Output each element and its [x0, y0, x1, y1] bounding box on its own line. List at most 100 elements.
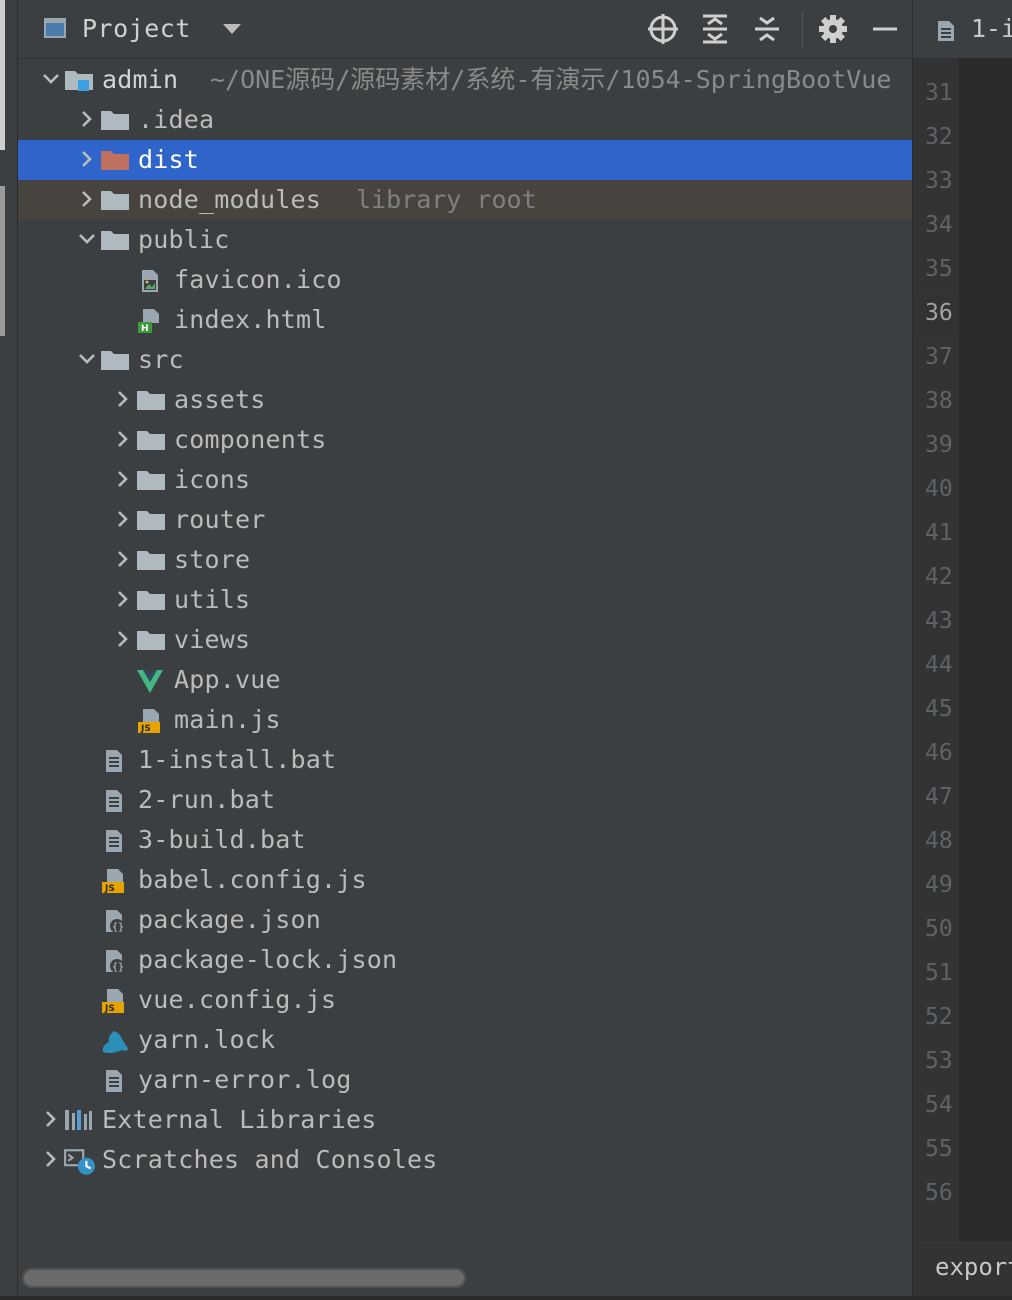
js-file-icon: JS [136, 708, 166, 734]
collapse-all-icon[interactable] [750, 12, 784, 46]
tree-row-babel-config[interactable]: JS babel.config.js [18, 860, 912, 900]
chevron-right-icon[interactable] [112, 628, 134, 650]
tree-row-vue-config[interactable]: JS vue.config.js [18, 980, 912, 1020]
svg-text:JS: JS [104, 884, 115, 894]
tree-row-dist[interactable]: dist [18, 140, 912, 180]
tree-row-components[interactable]: components [18, 420, 912, 460]
svg-text:H: H [141, 324, 149, 334]
tree-row-ext-libs[interactable]: External Libraries [18, 1100, 912, 1140]
tree-row-store[interactable]: store [18, 540, 912, 580]
tree-row-label: App.vue [174, 665, 281, 694]
line-number: 42 [925, 564, 953, 590]
library-root-hint: library root [356, 185, 537, 214]
tree-row-label: 3-build.bat [138, 825, 306, 854]
svg-text:{}: {} [112, 922, 124, 933]
tree-row-package-json[interactable]: {} package.json [18, 900, 912, 940]
tree-row-label: Scratches and Consoles [102, 1145, 438, 1174]
tree-row-node-modules[interactable]: node_modules library root [18, 180, 912, 220]
tree-row-index-html[interactable]: Hindex.html [18, 300, 912, 340]
chevron-right-icon[interactable] [76, 148, 98, 170]
chevron-right-icon[interactable] [112, 428, 134, 450]
tree-row-label: favicon.ico [174, 265, 342, 294]
tree-row-label: node_modules [138, 185, 322, 214]
tree-row-admin[interactable]: admin ~/ONE源码/源码素材/系统-有演示/1054-SpringBoot… [18, 60, 912, 100]
chevron-down-icon[interactable] [76, 228, 98, 250]
tree-row-label: 2-run.bat [138, 785, 276, 814]
project-panel-header: Project [18, 0, 912, 59]
project-tool-tab[interactable] [0, 0, 5, 150]
code-fragment: export [935, 1253, 1012, 1281]
line-number: 32 [925, 124, 953, 150]
tree-row-scratches[interactable]: Scratches and Consoles [18, 1140, 912, 1180]
tree-row-main-js[interactable]: JS main.js [18, 700, 912, 740]
chevron-right-icon[interactable] [112, 508, 134, 530]
locate-file-icon[interactable] [646, 12, 680, 46]
line-number: 35 [925, 256, 953, 282]
tree-row-app-vue[interactable]: App.vue [18, 660, 912, 700]
tree-row-views[interactable]: views [18, 620, 912, 660]
text-file-icon [100, 748, 130, 772]
tree-row-yarn-lock[interactable]: yarn.lock [18, 1020, 912, 1060]
chevron-right-icon[interactable] [112, 588, 134, 610]
line-number: 39 [925, 432, 953, 458]
structure-tool-tab[interactable] [0, 186, 5, 336]
hide-panel-icon[interactable] [868, 12, 902, 46]
tree-row-label: package-lock.json [138, 945, 398, 974]
chevron-right-icon[interactable] [40, 1108, 62, 1130]
line-number: 43 [925, 608, 953, 634]
vue-file-icon [136, 668, 166, 693]
folder-icon [136, 508, 166, 532]
tree-row-package-lock[interactable]: {} package-lock.json [18, 940, 912, 980]
tool-window-strip [0, 0, 18, 1300]
folder-icon [100, 108, 130, 132]
tree-row-icons[interactable]: icons [18, 460, 912, 500]
gear-icon[interactable] [816, 12, 850, 46]
tree-row-label: public [138, 225, 230, 254]
tree-row-favicon[interactable]: favicon.ico [18, 260, 912, 300]
folder-icon [100, 228, 130, 252]
folder-icon [136, 628, 166, 652]
line-number: 38 [925, 388, 953, 414]
tree-row-install-bat[interactable]: 1-install.bat [18, 740, 912, 780]
tree-row-label: main.js [174, 705, 281, 734]
tree-row-public[interactable]: public [18, 220, 912, 260]
chevron-down-icon[interactable] [76, 348, 98, 370]
line-number: 53 [925, 1048, 953, 1074]
js-file-icon: JS [100, 988, 130, 1014]
expand-all-icon[interactable] [698, 12, 732, 46]
folder-icon [136, 588, 166, 612]
chevron-right-icon[interactable] [40, 1148, 62, 1170]
chevron-right-icon[interactable] [112, 388, 134, 410]
chevron-down-icon[interactable] [40, 68, 62, 90]
code-area[interactable] [959, 58, 1012, 1242]
tree-row-run-bat[interactable]: 2-run.bat [18, 780, 912, 820]
editor-tab[interactable]: 1-i [913, 0, 1012, 59]
chevron-right-icon[interactable] [76, 108, 98, 130]
tree-row-label: utils [174, 585, 251, 614]
chevron-right-icon[interactable] [112, 468, 134, 490]
tree-row-router[interactable]: router [18, 500, 912, 540]
tree-row-yarn-error[interactable]: yarn-error.log [18, 1060, 912, 1100]
tree-row-idea[interactable]: .idea [18, 100, 912, 140]
tree-row-src[interactable]: src [18, 340, 912, 380]
line-number: 44 [925, 652, 953, 678]
yarn-file-icon [100, 1028, 130, 1054]
text-file-icon [938, 21, 954, 41]
line-number: 51 [925, 960, 953, 986]
libraries-icon [64, 1108, 94, 1132]
tree-row-build-bat[interactable]: 3-build.bat [18, 820, 912, 860]
image-file-icon [136, 268, 166, 292]
line-number: 33 [925, 168, 953, 194]
project-view-title[interactable]: Project [82, 14, 191, 43]
horizontal-scrollbar[interactable] [22, 1268, 466, 1288]
line-number: 37 [925, 344, 953, 370]
tree-row-assets[interactable]: assets [18, 380, 912, 420]
tree-row-label: package.json [138, 905, 322, 934]
tree-row-label: components [174, 425, 327, 454]
tree-row-label: views [174, 625, 251, 654]
chevron-right-icon[interactable] [76, 188, 98, 210]
view-dropdown-chevron-icon[interactable] [223, 24, 241, 34]
tree-row-utils[interactable]: utils [18, 580, 912, 620]
text-file-icon [100, 1068, 130, 1092]
chevron-right-icon[interactable] [112, 548, 134, 570]
